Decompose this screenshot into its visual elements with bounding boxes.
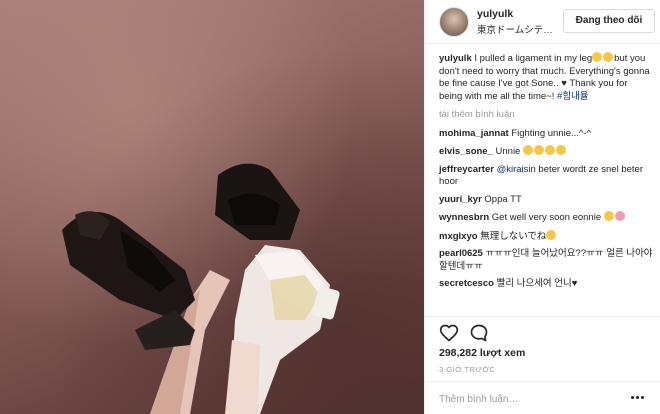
heart-icon[interactable] bbox=[439, 323, 459, 343]
comment-text: 無理しないでね bbox=[480, 230, 547, 242]
comment-text: Oppa TT bbox=[484, 193, 522, 205]
comment-text: 빨리 나으세여 언니♥ bbox=[496, 278, 578, 289]
comment-username[interactable]: wynnesbrn bbox=[439, 212, 489, 223]
comment-username[interactable]: jeffreycarter bbox=[439, 164, 494, 175]
add-comment-bar bbox=[425, 381, 660, 414]
caption-username[interactable]: yulyulk bbox=[439, 53, 472, 64]
emoji-icon bbox=[603, 52, 614, 62]
comment-mention[interactable]: @kiraisin bbox=[497, 164, 536, 175]
comment-username[interactable]: mxglxyo bbox=[439, 231, 478, 242]
comment-username[interactable]: mohima_jannat bbox=[439, 128, 509, 139]
caption-text-1: I pulled a ligament in my leg bbox=[474, 53, 593, 64]
post-actions: 298,282 lượt xem 3 GIỜ TRƯỚC bbox=[425, 316, 660, 414]
comment-item: secretcesco 빨리 나으세여 언니♥ bbox=[439, 278, 653, 291]
comment-text: Fighting unnie...^-^ bbox=[511, 127, 592, 139]
emoji-icon bbox=[522, 145, 533, 155]
comment-item: mxglxyo 無理しないでね bbox=[439, 229, 653, 244]
add-comment-input[interactable] bbox=[439, 389, 619, 409]
post-header: yulyulk 東京ドームシテ… Đang theo dõi bbox=[425, 0, 660, 44]
view-count[interactable]: 298,282 lượt xem bbox=[439, 347, 525, 359]
post-details-panel: yulyulk 東京ドームシテ… Đang theo dõi yulyulk I… bbox=[424, 0, 660, 414]
comment-item: elvis_sone_ Unnie bbox=[439, 145, 653, 159]
post-location[interactable]: 東京ドームシテ… bbox=[477, 22, 557, 36]
following-button[interactable]: Đang theo dõi bbox=[563, 9, 655, 33]
more-options-icon[interactable] bbox=[631, 396, 647, 402]
comment-item: mohima_jannat Fighting unnie...^-^ bbox=[439, 128, 653, 141]
caption-hashtag[interactable]: #힘내율 bbox=[557, 91, 589, 102]
comment-text: Get well very soon eonnie bbox=[491, 212, 602, 223]
heart-emoji-icon bbox=[614, 211, 625, 221]
emoji-icon bbox=[592, 52, 603, 62]
comment-username[interactable]: elvis_sone_ bbox=[439, 146, 493, 157]
emoji-icon bbox=[533, 145, 544, 155]
comment-item: jeffreycarter @kiraisin beter wordt ze s… bbox=[439, 164, 653, 189]
emoji-icon bbox=[546, 229, 557, 240]
comment-username[interactable]: yuuri_kyr bbox=[439, 194, 482, 205]
post-username[interactable]: yulyulk bbox=[477, 8, 513, 20]
emoji-icon bbox=[544, 145, 555, 155]
load-more-comments-link[interactable]: tải thêm bình luận bbox=[439, 109, 653, 122]
post-photo[interactable] bbox=[0, 0, 424, 414]
photo-illustration bbox=[62, 163, 340, 414]
post-caption: yulyulk I pulled a ligament in my leg but… bbox=[439, 52, 653, 103]
emoji-icon bbox=[555, 145, 566, 155]
comment-item: wynnesbrn Get well very soon eonnie bbox=[439, 211, 653, 225]
emoji-icon bbox=[603, 211, 614, 221]
comment-username[interactable]: pearl0625 bbox=[439, 248, 483, 259]
comment-text: Unnie bbox=[495, 146, 521, 157]
comment-item: yuuri_kyr Oppa TT bbox=[439, 194, 653, 207]
post-timestamp[interactable]: 3 GIỜ TRƯỚC bbox=[439, 365, 495, 374]
comments-list: yulyulk I pulled a ligament in my leg but… bbox=[439, 52, 653, 296]
avatar[interactable] bbox=[439, 7, 469, 37]
comment-item: pearl0625 ㅠㅠㅠ인대 늘어났어요??ㅠㅠ 얼른 나아야할텐데ㅠㅠ bbox=[439, 248, 653, 273]
comment-username[interactable]: secretcesco bbox=[439, 278, 494, 289]
comment-bubble-icon[interactable] bbox=[469, 323, 489, 343]
